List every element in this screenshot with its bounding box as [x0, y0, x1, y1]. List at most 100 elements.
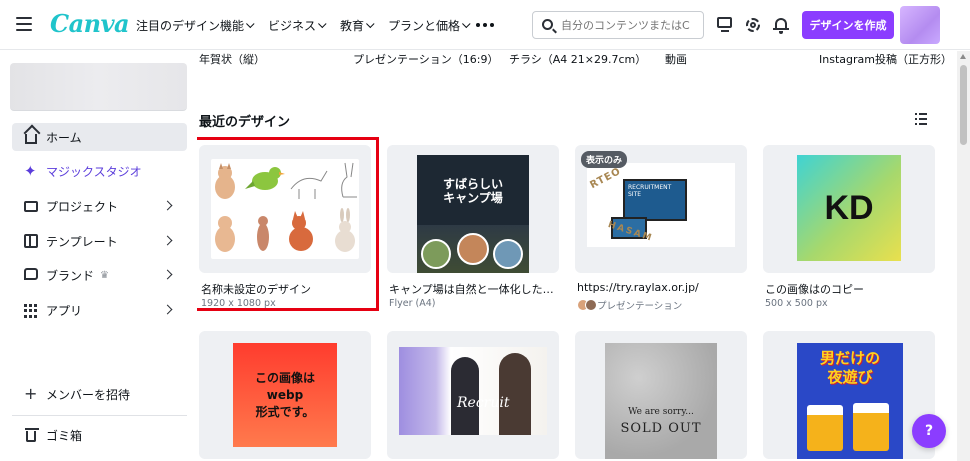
chevron-down-icon — [246, 19, 255, 28]
chevron-down-icon — [366, 19, 375, 28]
sidebar-item-projects[interactable]: プロジェクト — [12, 192, 187, 220]
scroll-up-arrow-icon[interactable] — [960, 54, 966, 59]
nav-pricing[interactable]: プランと価格 — [388, 17, 471, 34]
main-nav: 注目のデザイン機能 ビジネス 教育 プランと価格 — [136, 17, 484, 34]
design-type: Flyer (A4) — [389, 298, 436, 309]
nav-business[interactable]: ビジネス — [268, 17, 327, 34]
design-card[interactable]: KD この画像はのコピー 500 x 500 px — [763, 145, 935, 311]
design-card[interactable]: 名称未設定のデザイン 1920 x 1080 px — [197, 137, 379, 311]
sidebar-item-templates[interactable]: テンプレート — [12, 227, 187, 255]
apps-icon — [24, 304, 38, 318]
design-title[interactable]: キャンプ場は自然と一体化した、素… — [389, 281, 561, 297]
recruitment-site-image: RTEO RECRUITMENT SITE HASAM — [587, 163, 735, 247]
sidebar-item-brand[interactable]: ブランド ♛ — [12, 261, 187, 289]
thumbnail-text: SOLD OUT — [620, 421, 702, 436]
shared-users-avatar — [577, 299, 597, 311]
trash-icon — [25, 428, 39, 442]
plus-icon: + — [24, 384, 38, 403]
nav-education[interactable]: 教育 — [340, 17, 375, 34]
sidebar-item-label: ブランド — [46, 268, 95, 283]
template-type-label[interactable]: Instagram投稿（正方形） — [819, 51, 952, 67]
sidebar-item-label: アプリ — [46, 303, 83, 318]
list-view-icon[interactable] — [915, 113, 927, 125]
nav-label: 教育 — [340, 19, 365, 33]
kd-logo-image: KD — [797, 155, 901, 261]
design-card[interactable]: すばらしい キャンプ場 キャンプ場は自然と一体化した、素… Flyer (A4) — [387, 145, 561, 311]
template-type-label[interactable]: 年賀状（縦） — [199, 51, 265, 67]
design-card[interactable]: 表示のみ RTEO RECRUITMENT SITE HASAM https:/… — [575, 145, 749, 312]
design-card[interactable]: この画像はwebp 形式です。 — [199, 331, 371, 461]
webp-notice-image: この画像はwebp 形式です。 — [233, 343, 337, 447]
design-thumbnail[interactable]: KD — [763, 145, 935, 273]
nav-label: ビジネス — [268, 19, 317, 33]
chevron-right-icon[interactable] — [162, 304, 173, 315]
sidebar-item-apps[interactable]: アプリ — [12, 296, 187, 324]
nav-label: 注目のデザイン機能 — [136, 19, 245, 33]
chevron-right-icon[interactable] — [162, 269, 173, 280]
search-input[interactable] — [561, 18, 701, 32]
chevron-down-icon — [462, 19, 471, 28]
design-thumbnail[interactable]: 男だけの 夜遊び — [763, 331, 935, 459]
design-thumbnail[interactable]: 表示のみ RTEO RECRUITMENT SITE HASAM — [575, 145, 747, 273]
avatar[interactable] — [900, 6, 940, 44]
chevron-down-icon — [318, 19, 327, 28]
sparkle-icon: ✦ — [24, 162, 37, 180]
sidebar-item-home[interactable]: ホーム — [12, 123, 187, 151]
canva-logo[interactable]: Canva — [50, 9, 130, 38]
scroll-thumb[interactable] — [960, 65, 967, 145]
design-thumbnail[interactable]: この画像はwebp 形式です。 — [199, 331, 371, 459]
account-switcher[interactable] — [10, 63, 187, 111]
thumbnail-text: We are sorry... — [628, 407, 694, 417]
design-title[interactable]: https://try.raylax.or.jp/ — [577, 281, 749, 294]
design-card[interactable]: Recruit — [387, 331, 559, 461]
design-thumbnail[interactable]: すばらしい キャンプ場 — [387, 145, 559, 273]
sidebar-item-label: プロジェクト — [46, 199, 119, 214]
design-type: プレゼンテーション — [577, 298, 682, 312]
design-card[interactable]: We are sorry... SOLD OUT — [575, 331, 747, 461]
monitor-icon[interactable] — [716, 16, 734, 34]
scrollbar[interactable] — [957, 51, 970, 461]
design-thumbnail[interactable]: Recruit — [387, 331, 559, 459]
design-card[interactable]: 男だけの 夜遊び — [763, 331, 935, 461]
sidebar-item-label: テンプレート — [46, 234, 118, 249]
design-thumbnail[interactable]: We are sorry... SOLD OUT — [575, 331, 747, 459]
template-type-label[interactable]: チラシ（A4 21×29.7cm） — [509, 51, 646, 67]
sidebar-item-trash[interactable]: ゴミ箱 — [12, 421, 187, 449]
sidebar-item-magic-studio[interactable]: ✦ マジックスタジオ — [12, 157, 187, 185]
chevron-right-icon[interactable] — [162, 235, 173, 246]
search-box[interactable] — [532, 11, 704, 39]
sidebar-item-label: ホーム — [46, 130, 82, 145]
hamburger-menu-icon[interactable] — [16, 17, 32, 31]
help-button[interactable]: ? — [912, 414, 946, 448]
crown-icon: ♛ — [100, 269, 109, 281]
brand-icon — [24, 268, 38, 280]
sidebar-item-label: ゴミ箱 — [46, 428, 83, 443]
top-bar: Canva 注目のデザイン機能 ビジネス 教育 プランと価格 デザインを作成 — [0, 0, 970, 50]
thumbnail-text: RTEO — [588, 165, 624, 192]
thumbnail-text: RECRUITMENT SITE — [628, 184, 672, 198]
section-title: 最近のデザイン — [199, 115, 291, 130]
thumbnail-text: Recruit — [457, 395, 510, 411]
template-type-label[interactable]: 動画 — [665, 51, 687, 67]
sidebar: ホーム ✦ マジックスタジオ プロジェクト テンプレート ブランド ♛ アプリ … — [0, 51, 196, 461]
nav-featured[interactable]: 注目のデザイン機能 — [136, 17, 255, 34]
design-title[interactable]: この画像はのコピー — [765, 281, 937, 297]
design-size: 500 x 500 px — [765, 298, 828, 309]
recruit-photo-image: Recruit — [399, 347, 547, 435]
nav-label: プランと価格 — [388, 19, 461, 33]
thumbnail-text: 男だけの 夜遊び — [819, 349, 880, 386]
camp-flyer-image: すばらしい キャンプ場 — [417, 155, 529, 273]
beer-poster-image: 男だけの 夜遊び — [797, 343, 903, 459]
invite-members-button[interactable]: + メンバーを招待 — [12, 380, 187, 408]
create-design-button[interactable]: デザインを作成 — [802, 11, 894, 39]
home-icon — [25, 134, 37, 144]
template-type-label[interactable]: プレゼンテーション（16:9） — [353, 51, 498, 67]
sidebar-item-label: マジックスタジオ — [46, 164, 142, 179]
design-type-label: プレゼンテーション — [597, 301, 683, 312]
chevron-right-icon[interactable] — [162, 200, 173, 211]
bell-icon[interactable] — [772, 16, 790, 34]
camp-flyer-heading: すばらしい キャンプ場 — [442, 177, 503, 205]
gear-icon[interactable] — [744, 16, 762, 34]
invite-label: メンバーを招待 — [46, 387, 131, 402]
more-options-icon[interactable] — [476, 23, 494, 27]
